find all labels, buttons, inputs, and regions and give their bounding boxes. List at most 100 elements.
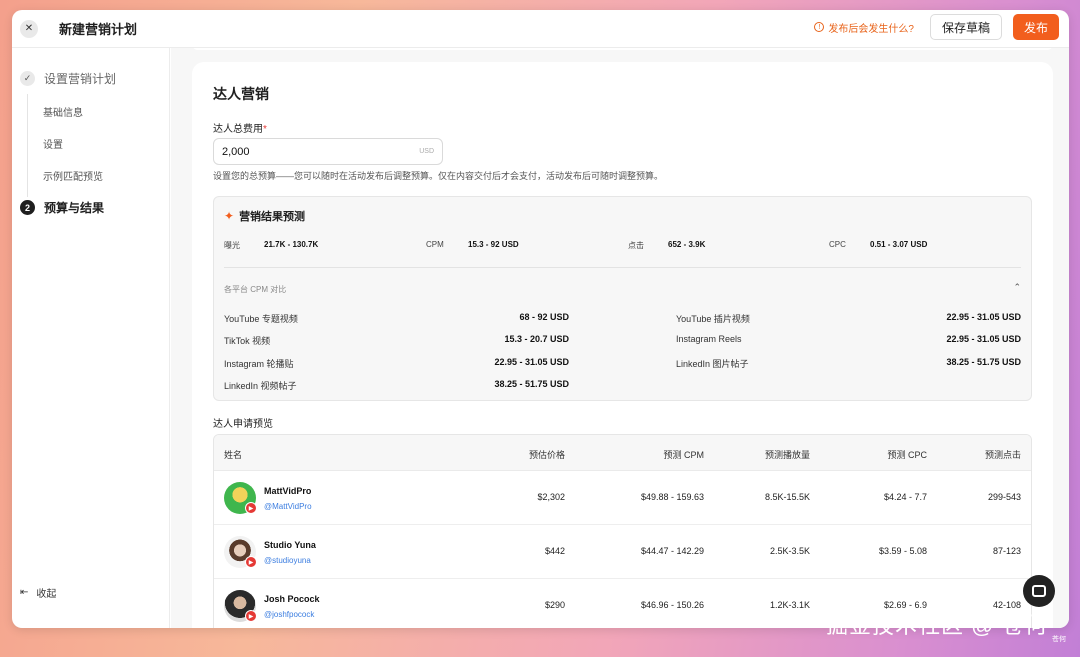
section-title: 达人营销 [213, 86, 269, 102]
substep-basic-info[interactable]: 基础信息 [43, 104, 83, 119]
top-bar: ✕ 新建营销计划 ! 发布后会发生什么? 保存草稿 发布 [12, 10, 1069, 48]
column-header: 预估价格 [528, 450, 565, 460]
forecast-title: ✦ 营销结果预测 [224, 208, 305, 224]
save-draft-button[interactable]: 保存草稿 [929, 14, 1002, 40]
close-button[interactable]: ✕ [20, 19, 38, 38]
table-row[interactable]: ▶ MattVidPro @MattVidPro $2,302 $49.88 -… [214, 471, 1031, 525]
views-cell: 8.5K-15.5K [764, 492, 810, 502]
preview-label: 达人申请预览 [213, 419, 273, 430]
main-content: 达人营销 达人总费用* 2,000 USD 设置您的总预算——您可以随时在活动发… [171, 48, 1069, 628]
budget-label: 达人总费用* [213, 120, 267, 135]
step-connector [27, 94, 28, 197]
influencer-name: Josh Pocock [264, 594, 320, 604]
publish-button[interactable]: 发布 [1012, 14, 1059, 40]
cpc-cell: $3.59 - 5.08 [878, 546, 927, 556]
cpc-cell: $4.24 - 7.7 [883, 492, 927, 502]
collapse-sidebar-button[interactable]: ⇤ 收起 [20, 585, 56, 600]
price-cell: $2,302 [537, 492, 565, 502]
clicks-cell: 299-543 [987, 492, 1021, 502]
metric-label: 曝光 [224, 241, 240, 250]
platform-name: TikTok 视频 [224, 336, 271, 346]
column-header: 预测 CPM [663, 450, 704, 460]
influencer-handle[interactable]: @MattVidPro [264, 502, 312, 511]
platform-name: Instagram Reels [676, 334, 742, 344]
platform-cpm: 38.25 - 51.75 USD [946, 357, 1021, 367]
forecast-title-text: 营销结果预测 [239, 211, 306, 223]
budget-label-text: 达人总费用 [213, 124, 263, 135]
platform-cpm: 22.95 - 31.05 USD [494, 357, 569, 367]
step-budget-label: 预算与结果 [44, 201, 105, 215]
cpm-cell: $49.88 - 159.63 [640, 492, 704, 502]
metric-value: 15.3 - 92 USD [468, 240, 519, 249]
metric-label: CPM [426, 240, 444, 249]
substep-match-preview[interactable]: 示例匹配预览 [43, 168, 103, 183]
price-cell: $442 [544, 546, 565, 556]
metric-clicks: 点击 652 - 3.9K [628, 240, 705, 251]
cpm-compare-row: Instagram Reels 22.95 - 31.05 USD [676, 334, 1021, 344]
divider [224, 267, 1021, 268]
chat-button[interactable] [1023, 575, 1055, 607]
platform-name: LinkedIn 视频帖子 [224, 381, 297, 391]
metric-value: 652 - 3.9K [668, 240, 706, 249]
page-title: 新建营销计划 [59, 22, 138, 37]
previous-section-card [192, 48, 1053, 50]
cpm-cell: $44.47 - 142.29 [640, 546, 704, 556]
cpm-compare-label: 各平台 CPM 对比 [224, 285, 287, 294]
check-icon: ✓ [20, 71, 35, 86]
views-cell: 1.2K-3.1K [769, 600, 810, 610]
column-header: 预测点击 [984, 450, 1021, 460]
chat-icon [1032, 585, 1046, 597]
step-setup-label: 设置营销计划 [44, 72, 117, 86]
views-cell: 2.5K-3.5K [769, 546, 810, 556]
metric-impressions: 曝光 21.7K - 130.7K [224, 240, 318, 251]
budget-help-text: 设置您的总预算——您可以随时在活动发布后调整预算。仅在内容交付后才会支付，活动发… [213, 171, 664, 181]
platform-name: YouTube 插片视频 [676, 314, 750, 324]
step-number: 2 [20, 200, 35, 215]
publish-info-link[interactable]: ! 发布后会发生什么? [814, 20, 914, 35]
metric-cpc: CPC 0.51 - 3.07 USD [829, 240, 927, 249]
step-setup[interactable]: ✓ 设置营销计划 [20, 70, 116, 87]
influencer-table: 姓名 预估价格 预测 CPM 预测播放量 预测 CPC 预测点击 ▶ MattV… [213, 434, 1032, 628]
youtube-icon: ▶ [245, 502, 257, 514]
collapse-label: 收起 [36, 589, 57, 600]
metric-value: 0.51 - 3.07 USD [870, 240, 928, 249]
step-budget[interactable]: 2 预算与结果 [20, 199, 104, 216]
influencer-handle[interactable]: @joshfpocock [264, 610, 314, 619]
budget-unit: USD [419, 148, 434, 155]
budget-input[interactable]: 2,000 USD [213, 138, 443, 165]
platform-name: Instagram 轮播贴 [224, 359, 294, 369]
youtube-icon: ▶ [245, 610, 257, 622]
cpm-compare-row: LinkedIn 视频帖子 38.25 - 51.75 USD [224, 379, 569, 392]
influencer-card: 达人营销 达人总费用* 2,000 USD 设置您的总预算——您可以随时在活动发… [192, 62, 1053, 628]
platform-cpm: 22.95 - 31.05 USD [946, 312, 1021, 322]
cpm-compare-row: Instagram 轮播贴 22.95 - 31.05 USD [224, 357, 569, 370]
platform-cpm: 22.95 - 31.05 USD [946, 334, 1021, 344]
close-icon: ✕ [24, 23, 34, 34]
column-header: 预测 CPC [887, 450, 927, 460]
platform-name: LinkedIn 图片帖子 [676, 359, 749, 369]
sidebar: ✓ 设置营销计划 基础信息 设置 示例匹配预览 2 预算与结果 ⇤ 收起 [12, 48, 170, 628]
publish-info-text: 发布后会发生什么? [828, 23, 914, 35]
cpm-compare-row: TikTok 视频 15.3 - 20.7 USD [224, 334, 569, 347]
cpm-compare-row: LinkedIn 图片帖子 38.25 - 51.75 USD [676, 357, 1021, 370]
corner-watermark: 苍何 [1052, 636, 1066, 643]
budget-value: 2,000 [222, 145, 250, 158]
forecast-panel: ✦ 营销结果预测 曝光 21.7K - 130.7K CPM 15.3 - 92… [213, 196, 1032, 401]
influencer-handle[interactable]: @studioyuna [264, 556, 311, 565]
youtube-icon: ▶ [245, 556, 257, 568]
column-header: 预测播放量 [764, 450, 810, 460]
collapse-icon: ⇤ [20, 587, 29, 598]
platform-cpm: 38.25 - 51.75 USD [494, 379, 569, 389]
table-row[interactable]: ▶ Studio Yuna @studioyuna $442 $44.47 - … [214, 525, 1031, 579]
chevron-up-icon[interactable]: ⌃ [1013, 282, 1021, 293]
sparkle-icon: ✦ [224, 209, 235, 223]
platform-name: YouTube 专题视频 [224, 314, 298, 324]
cpm-cell: $46.96 - 150.26 [640, 600, 704, 610]
column-header: 姓名 [224, 450, 243, 460]
cpm-compare-row: YouTube 插片视频 22.95 - 31.05 USD [676, 312, 1021, 325]
influencer-name: MattVidPro [264, 486, 312, 496]
required-mark: * [263, 124, 267, 135]
substep-settings[interactable]: 设置 [43, 136, 63, 151]
metric-label: 点击 [628, 241, 644, 250]
table-header: 姓名 预估价格 预测 CPM 预测播放量 预测 CPC 预测点击 [214, 435, 1031, 471]
